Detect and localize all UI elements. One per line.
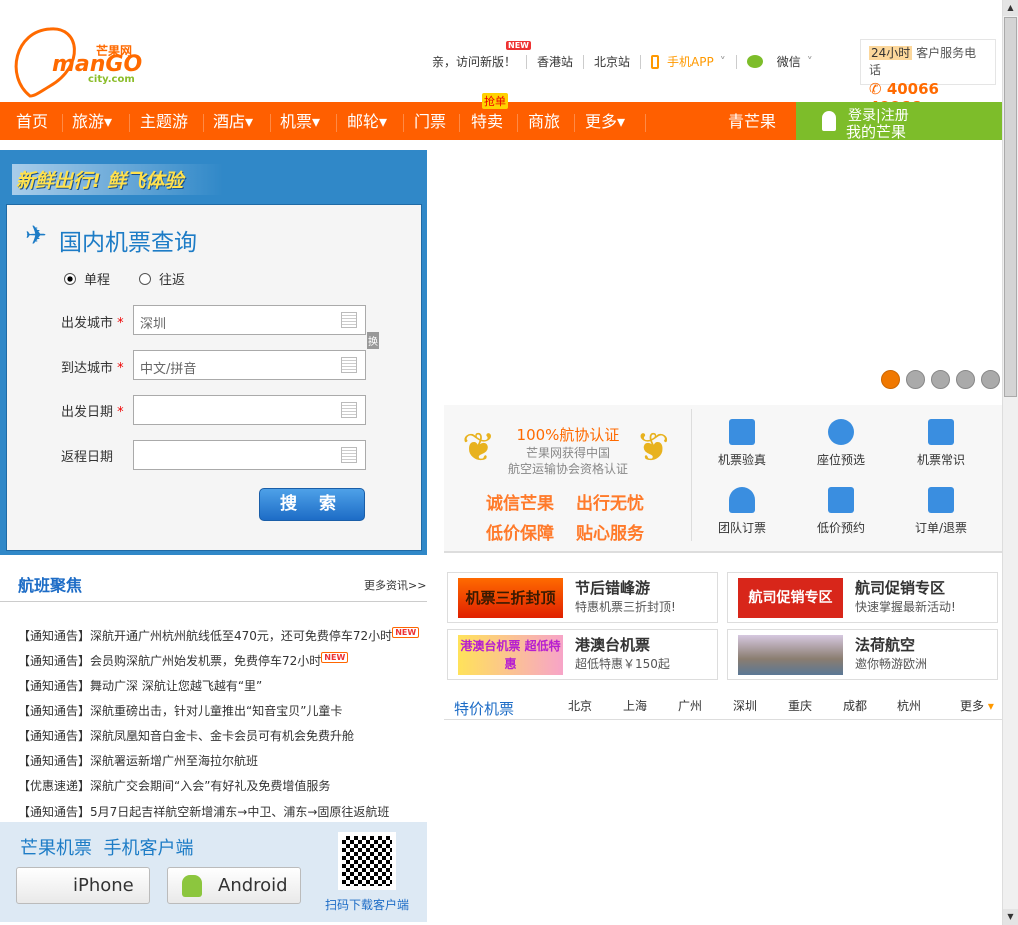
users-icon [729, 487, 755, 513]
promo-card[interactable]: 机票三折封顶 节后错峰游 特惠机票三折封顶! [447, 572, 718, 623]
book-icon [928, 419, 954, 445]
service-group-booking[interactable]: 团队订票 [702, 487, 782, 536]
deal-city[interactable]: 成都 [843, 697, 867, 714]
service-seat-select[interactable]: 座位预选 [801, 419, 881, 468]
calendar-icon [928, 487, 954, 513]
news-item[interactable]: 【通知通告】深航重磅出击，针对儿童推出“知音宝贝”儿童卡 [18, 702, 342, 719]
more-news-link[interactable]: 更多资讯>> [364, 577, 426, 593]
depart-date-input[interactable] [133, 395, 366, 425]
vertical-scrollbar[interactable]: ▲ ▼ [1002, 0, 1018, 925]
deal-city[interactable]: 深圳 [733, 697, 757, 714]
login-box[interactable]: 登录|注册 我的芒果 [796, 102, 1002, 142]
carousel-dot[interactable] [931, 370, 950, 389]
return-label: 返程日期 [61, 450, 114, 465]
carousel-dot[interactable] [906, 370, 925, 389]
carousel-dot[interactable] [881, 370, 900, 389]
service-ticket-verify[interactable]: 机票验真 [702, 419, 782, 468]
hand-pointer-icon [828, 419, 854, 445]
nav-home[interactable]: 首页 [16, 102, 48, 140]
promo-slogan: 新鲜出行! 鲜飞体验 [12, 164, 224, 195]
promo-card[interactable]: 法荷航空 邀你畅游欧洲 [727, 629, 998, 680]
deal-city[interactable]: 广州 [678, 697, 702, 714]
deal-city[interactable]: 重庆 [788, 697, 812, 714]
customer-service-box: 24小时 客户服务电话 ✆ 40066 40066 [860, 39, 996, 116]
service-low-price[interactable]: 低价预约 [801, 487, 881, 536]
service-order-refund[interactable]: 订单/退票 [901, 487, 981, 536]
android-icon [182, 875, 202, 897]
from-label: 出发城市 * [61, 316, 124, 331]
city-list-icon[interactable] [341, 312, 357, 328]
deals-bar: 特价机票 北京 上海 广州 深圳 重庆 成都 杭州 更多 ▾ [444, 694, 1002, 720]
calendar-icon[interactable] [341, 447, 357, 463]
mobile-app-link[interactable]: 手机APP [667, 53, 714, 70]
user-icon [822, 111, 836, 131]
scroll-up-icon: ▲ [1003, 0, 1018, 16]
depart-label: 出发日期 * [61, 405, 124, 420]
news-item[interactable]: 【通知通告】舞动广深 深航让您越飞越有“里” [18, 677, 262, 694]
promo-card[interactable]: 港澳台机票 超低特惠 港澳台机票 超低特惠￥150起 [447, 629, 718, 680]
deal-city[interactable]: 杭州 [897, 697, 921, 714]
carousel-dot[interactable] [956, 370, 975, 389]
news-item[interactable]: 【优惠速递】深航广交会期间“入会”有好礼及免费增值服务 [18, 777, 330, 794]
scrollbar-thumb[interactable] [1004, 17, 1017, 397]
android-download-button[interactable]: Android [167, 867, 301, 904]
news-item[interactable]: 【通知通告】5月7日起吉祥航空新增浦东→中卫、浦东→固原往返航班 [18, 803, 389, 820]
hk-site-link[interactable]: 香港站 [537, 53, 573, 70]
scroll-down-icon: ▼ [1003, 909, 1018, 925]
nav-hotel[interactable]: 酒店▾ [213, 102, 253, 140]
swap-button[interactable]: 换 [367, 332, 379, 349]
nav-more[interactable]: 更多▾ [585, 102, 625, 140]
nav-theme[interactable]: 主题游 [140, 102, 188, 140]
calendar-icon[interactable] [341, 402, 357, 418]
form-title: 国内机票查询 [59, 230, 197, 256]
return-date-input[interactable] [133, 440, 366, 470]
carousel-dot[interactable] [981, 370, 1000, 389]
iphone-download-button[interactable]: iPhone [16, 867, 150, 904]
deal-city[interactable]: 上海 [623, 697, 647, 714]
one-way-radio[interactable]: 单程 [64, 269, 110, 288]
wechat-icon [746, 55, 763, 68]
chevron-down-icon: ˅ [806, 54, 813, 69]
phone-icon: ✆ [869, 80, 882, 98]
service-ticket-faq[interactable]: 机票常识 [901, 419, 981, 468]
document-icon [729, 419, 755, 445]
nav-tickets[interactable]: 门票 [414, 102, 446, 140]
news-item[interactable]: 【通知通告】深航开通广州杭州航线低至470元，还可免费停车72小时 NEW [18, 627, 420, 644]
to-label: 到达城市 * [61, 361, 124, 376]
new-version-link[interactable]: 亲，访问新版！ [432, 53, 516, 70]
my-mango-link[interactable]: 我的芒果 [846, 121, 906, 142]
nav-cruise[interactable]: 邮轮▾ [347, 102, 387, 140]
qr-code [338, 832, 396, 890]
certification-panel: ❦ ❦ 100%航协认证 芒果网获得中国 航空运输协会资格认证 诚信芒果 出行无… [444, 405, 1002, 553]
promo-card[interactable]: 航司促销专区 航司促销专区 快速掌握最新活动! [727, 572, 998, 623]
europe-photo [738, 635, 843, 675]
nav-flight[interactable]: 机票▾ [280, 102, 320, 140]
money-icon [828, 487, 854, 513]
bj-site-link[interactable]: 北京站 [594, 53, 630, 70]
city-list-icon[interactable] [341, 357, 357, 373]
triangle-down-icon: ▾ [987, 699, 994, 713]
top-links: 亲，访问新版！ 香港站 北京站 手机APP ˅ 微信 ˅ [432, 53, 813, 70]
news-item[interactable]: 【通知通告】会员购深航广州始发机票，免费停车72小时 NEW [18, 652, 349, 669]
nav-travel[interactable]: 旅游▾ [72, 102, 112, 140]
nav-youth[interactable]: 青芒果 [728, 102, 776, 140]
chevron-down-icon: ˅ [719, 54, 726, 69]
to-city-input[interactable]: 中文/拼音 [133, 350, 366, 380]
search-button[interactable]: 搜 索 [259, 488, 365, 521]
news-item[interactable]: 【通知通告】深航凤凰知音白金卡、金卡会员可有机会免费升舱 [18, 727, 354, 744]
mango-logo[interactable]: 芒果网 manGO city.com [10, 26, 142, 98]
deal-city[interactable]: 北京 [568, 697, 592, 714]
plane-icon: ✈ [25, 221, 47, 251]
hot-badge: 抢单 [482, 93, 508, 109]
news-item[interactable]: 【通知通告】深航署运新增广州至海拉尔航班 [18, 752, 258, 769]
deal-more[interactable]: 更多 ▾ [960, 697, 994, 714]
news-header: 航班聚焦 更多资讯>> [0, 568, 427, 602]
wechat-link[interactable]: 微信 [777, 53, 801, 70]
new-badge: NEW [506, 41, 531, 50]
from-city-input[interactable]: 深圳 [133, 305, 366, 335]
round-trip-radio[interactable]: 往返 [139, 269, 185, 288]
mobile-icon [651, 54, 660, 69]
nav-business[interactable]: 商旅 [528, 102, 560, 140]
